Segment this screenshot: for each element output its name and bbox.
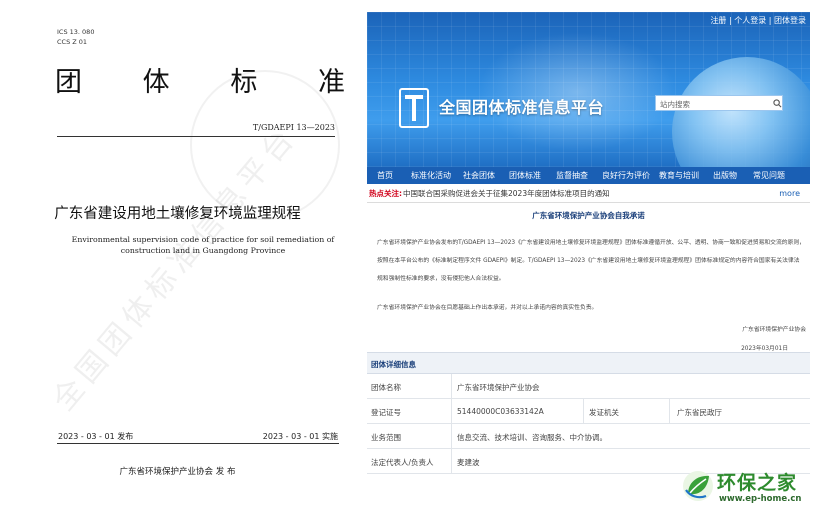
row-label: 业务范围 (371, 433, 401, 442)
ccs-code: CCS Z 01 (57, 38, 88, 46)
pledge-date: 2023年03月01日 (741, 346, 788, 352)
top-links: 注册 | 个人登录 | 团体登录 (710, 16, 806, 25)
search-input[interactable]: 站内搜索 (655, 95, 783, 111)
notice-link[interactable]: 中国联合国采购促进会关于征集2023年度团体标准项目的通知 (403, 186, 610, 201)
row-value: 51440000C03633142A (457, 407, 544, 416)
footer-divider (57, 443, 339, 444)
category-char: 团 (55, 67, 82, 98)
implement-date: 2023 - 03 - 01 实施 (262, 432, 338, 441)
pledge-paragraph: 广东省环境保护产业协会发布的T/GDAEPI 13—2023《广东省建设用地土壤… (377, 240, 805, 282)
table-row: 业务范围 信息交流、技术培训、咨询服务、中介协调。 (367, 424, 810, 449)
standard-title-en: Environmental supervision code of practi… (71, 235, 335, 255)
table-row: 登记证号 51440000C03633142A 发证机关 广东省民政厅 (367, 399, 810, 424)
notice-label: 热点关注: (369, 189, 402, 198)
hot-notice-bar: 热点关注: 中国联合国采购促进会关于征集2023年度团体标准项目的通知 more (367, 186, 810, 201)
standards-website: 注册 | 个人登录 | 团体登录 全国团体标准信息平台 站内搜索 首页 标准化活… (367, 12, 810, 513)
search-icon[interactable] (771, 96, 783, 110)
more-link[interactable]: more (779, 186, 800, 201)
nav-social-groups[interactable]: 社会团体 (463, 170, 495, 181)
pledge-signature: 广东省环境保护产业协会 (742, 327, 806, 333)
nav-faq[interactable]: 常见问题 (753, 170, 785, 181)
category-char: 体 (142, 67, 170, 98)
personal-login-link[interactable]: 个人登录 (734, 16, 766, 25)
row-value: 信息交流、技术培训、咨询服务、中介协调。 (457, 433, 607, 442)
row-label: 团体名称 (371, 383, 401, 392)
nav-group-standards[interactable]: 团体标准 (509, 170, 541, 181)
site-banner: 注册 | 个人登录 | 团体登录 全国团体标准信息平台 站内搜索 (367, 12, 810, 167)
site-name[interactable]: 全国团体标准信息平台 (439, 94, 604, 118)
banner-glow (477, 32, 677, 152)
nav-home[interactable]: 首页 (377, 170, 393, 181)
category-char: 准 (317, 67, 345, 98)
issuer: 广东省环境保护产业协会 发 布 (119, 467, 236, 477)
row-value: 广东省民政厅 (677, 408, 722, 417)
main-nav: 首页 标准化活动 社会团体 团体标准 监督抽查 良好行为评价 教育与培训 出版物… (367, 167, 810, 184)
row-label: 法定代表人/负责人 (371, 458, 434, 467)
brand-logo: 环保之家 www.ep-home.cn (680, 466, 820, 510)
ics-code: ICS 13. 080 (57, 28, 95, 36)
header-divider (57, 136, 335, 137)
row-label: 发证机关 (589, 408, 619, 417)
register-link[interactable]: 注册 (710, 16, 726, 25)
site-logo-icon[interactable] (399, 88, 429, 128)
pledge-title: 广东省环境保护产业协会自我承诺 (532, 211, 645, 220)
info-section-header: 团体详细信息 (367, 352, 810, 374)
table-row: 团体名称 广东省环境保护产业协会 (367, 374, 810, 399)
standard-number: T/GDAEPI 13—2023 (252, 123, 335, 132)
standard-title-cn: 广东省建设用地土壤修复环境监理规程 (54, 206, 301, 222)
notice-divider (367, 202, 810, 203)
brand-name: 环保之家 (717, 472, 798, 494)
nav-standardization[interactable]: 标准化活动 (411, 170, 451, 181)
nav-evaluation[interactable]: 良好行为评价 (602, 170, 650, 181)
leaf-icon (683, 471, 713, 501)
nav-supervision[interactable]: 监督抽查 (556, 170, 588, 181)
standard-category-title: 团 体 标 准 (55, 60, 345, 99)
group-login-link[interactable]: 团体登录 (774, 16, 806, 25)
standard-document-cover: 全国团体标准信息平台 ICS 13. 080 CCS Z 01 团 体 标 准 … (0, 0, 355, 513)
publish-date: 2023 - 03 - 01 发布 (58, 432, 134, 441)
category-char: 标 (230, 67, 258, 98)
pledge-paragraph: 广东省环境保护产业协会在目愿基础上作出本承诺，并对以上承诺内容的真实性负责。 (377, 305, 598, 311)
row-label: 登记证号 (371, 408, 401, 417)
brand-url: www.ep-home.cn (719, 494, 802, 504)
nav-publications[interactable]: 出版物 (713, 170, 737, 181)
row-value: 广东省环境保护产业协会 (457, 383, 540, 392)
nav-training[interactable]: 教育与培训 (659, 170, 699, 181)
row-value: 麦建波 (457, 458, 480, 467)
